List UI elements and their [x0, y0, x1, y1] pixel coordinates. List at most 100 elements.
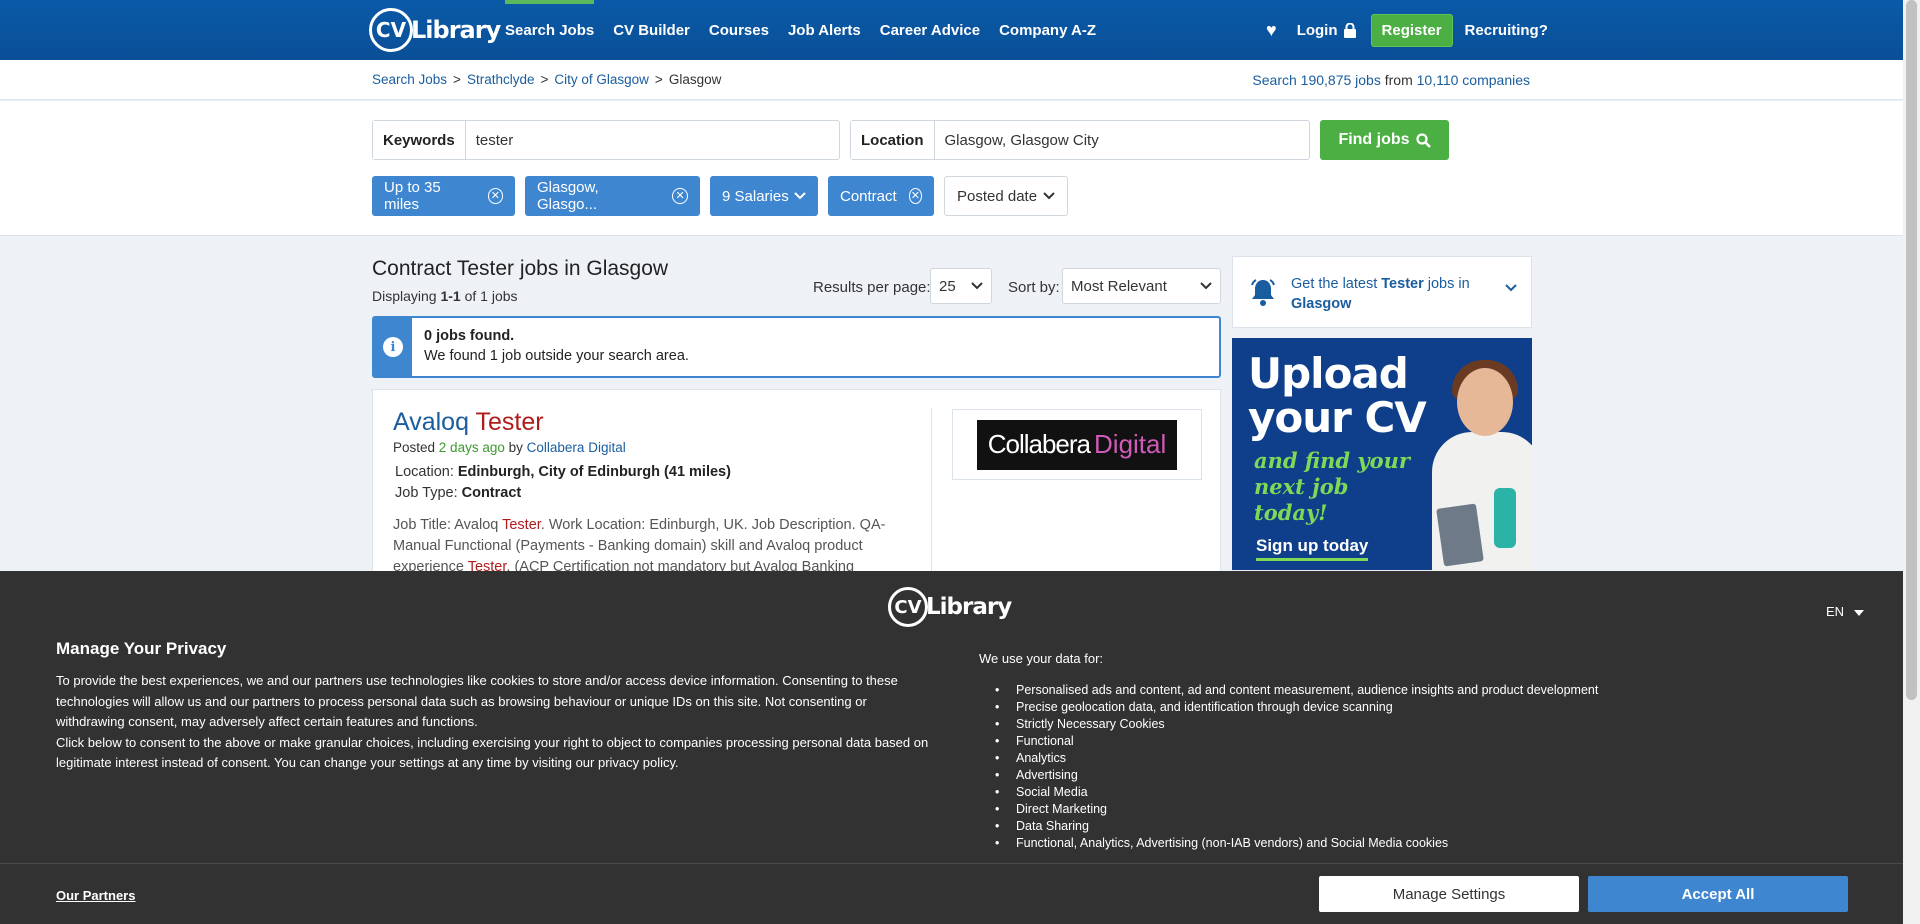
- job-title-highlight: Tester: [475, 408, 544, 436]
- job-alert-box[interactable]: Get the latest Tester jobs in Glasgow: [1232, 256, 1532, 328]
- breadcrumb-bar: Search Jobs > Strathclyde > City of Glasgow >…: [0, 60, 1903, 100]
- nav-job-alerts[interactable]: Job Alerts: [788, 0, 861, 60]
- remove-filter-icon[interactable]: ✕: [672, 188, 688, 204]
- breadcrumb-strathclyde[interactable]: Strathclyde: [467, 72, 535, 87]
- consent-title: Manage Your Privacy: [56, 639, 227, 658]
- filter-posted-label: Posted date: [957, 187, 1038, 205]
- banner-person-image: [1432, 358, 1532, 570]
- consent-divider: [0, 863, 1903, 864]
- login-link[interactable]: Login: [1297, 22, 1357, 39]
- filter-distance[interactable]: Up to 35 miles ✕: [372, 176, 515, 216]
- accept-all-button[interactable]: Accept All: [1588, 876, 1848, 912]
- heart-icon[interactable]: ♥: [1266, 20, 1277, 41]
- alert-keyword: Tester: [1381, 276, 1424, 292]
- consent-logo-wordmark: Library: [926, 594, 1012, 620]
- consent-logo: CV Library: [888, 587, 1012, 627]
- search-panel: Keywords Location Find jobs Up to 35 mil…: [0, 101, 1903, 236]
- results-title: Contract Tester jobs in Glasgow: [372, 257, 669, 280]
- alert-text: jobs in: [1423, 276, 1470, 292]
- info-line-2: We found 1 job outside your search area.: [424, 348, 689, 364]
- filter-location-label: Glasgow, Glasgo...: [537, 179, 599, 213]
- site-totals[interactable]: Search 190,875 jobs from 10,110 companie…: [1252, 72, 1530, 88]
- chevron-down-icon: [971, 282, 983, 290]
- location-input[interactable]: [934, 121, 1309, 159]
- job-alert-text: Get the latest Tester jobs in Glasgow: [1291, 274, 1491, 314]
- data-use-heading: We use your data for:: [979, 651, 1104, 666]
- upload-cv-banner[interactable]: Upload your CV and find your next job to…: [1232, 338, 1532, 570]
- company-link[interactable]: Collabera Digital: [527, 440, 626, 455]
- filter-salaries[interactable]: 9 Salaries: [710, 176, 818, 216]
- manage-settings-button[interactable]: Manage Settings: [1319, 876, 1579, 912]
- data-use-item: Precise geolocation data, and identifica…: [995, 699, 1598, 716]
- lock-icon: [1343, 22, 1356, 38]
- company-logo[interactable]: Collabera Digital: [952, 409, 1202, 480]
- nav-cv-builder[interactable]: CV Builder: [613, 0, 690, 60]
- logo-wordmark: Library: [411, 16, 501, 44]
- find-jobs-label: Find jobs: [1338, 131, 1410, 148]
- nav-company-a-z[interactable]: Company A-Z: [999, 0, 1096, 60]
- data-use-item: Direct Marketing: [995, 801, 1598, 818]
- results-per-page-select[interactable]: 25: [930, 268, 992, 304]
- caret-down-icon: [1853, 610, 1864, 616]
- data-use-item: Advertising: [995, 767, 1598, 784]
- register-button[interactable]: Register: [1370, 13, 1453, 47]
- nav-career-advice[interactable]: Career Advice: [880, 0, 980, 60]
- logo-cv-mark: CV: [369, 8, 413, 52]
- recruiting-link[interactable]: Recruiting?: [1465, 22, 1548, 39]
- location-value: Edinburgh, City of Edinburgh (41 miles): [457, 464, 731, 480]
- location-key: Location:: [395, 464, 454, 480]
- job-posted: Posted 2 days ago by Collabera Digital: [393, 440, 626, 455]
- sort-by-label: Sort by:: [1008, 279, 1060, 296]
- desc-highlight: Tester: [502, 517, 541, 533]
- data-use-item: Strictly Necessary Cookies: [995, 716, 1598, 733]
- filter-distance-label: Up to 35 miles: [384, 179, 441, 213]
- data-use-item: Functional, Analytics, Advertising (non-…: [995, 835, 1598, 852]
- remove-filter-icon[interactable]: ✕: [908, 188, 922, 204]
- nav-search-jobs[interactable]: Search Jobs: [505, 0, 595, 60]
- totals-from: from: [1384, 72, 1413, 88]
- page-scrollbar[interactable]: [1903, 0, 1920, 924]
- filter-posted-date[interactable]: Posted date: [944, 176, 1068, 216]
- bell-icon: [1251, 279, 1275, 306]
- filter-location[interactable]: Glasgow, Glasgo... ✕: [525, 176, 700, 216]
- displaying-label: Displaying: [372, 288, 437, 304]
- remove-filter-icon[interactable]: ✕: [487, 188, 503, 204]
- totals-jobs: 190,875 jobs: [1300, 72, 1381, 88]
- breadcrumb-city-of-glasgow[interactable]: City of Glasgow: [554, 72, 649, 87]
- top-navbar: CV Library Search Jobs CV Builder Course…: [0, 0, 1903, 60]
- banner-cta[interactable]: Sign up today: [1256, 536, 1369, 561]
- job-description: Job Title: Avaloq Tester. Work Location:…: [393, 515, 903, 578]
- login-label: Login: [1296, 21, 1338, 39]
- info-icon: i: [383, 337, 403, 357]
- info-text: 0 jobs found. We found 1 job outside you…: [412, 318, 701, 376]
- info-icon-box: i: [374, 318, 412, 376]
- breadcrumb: Search Jobs > Strathclyde > City of Glasgow >…: [372, 72, 721, 87]
- keywords-input[interactable]: [465, 121, 839, 159]
- sort-by-value: Most Relevant: [1071, 277, 1167, 295]
- job-type-key: Job Type:: [395, 485, 458, 501]
- find-jobs-button[interactable]: Find jobs: [1320, 120, 1449, 160]
- displaying-range: 1-1: [440, 288, 461, 304]
- nav-courses[interactable]: Courses: [709, 0, 769, 60]
- job-title-link[interactable]: Avaloq Tester: [393, 408, 544, 437]
- results-per-page-value: 25: [939, 277, 956, 295]
- cv-library-logo[interactable]: CV Library: [369, 8, 501, 52]
- keywords-label: Keywords: [373, 121, 466, 159]
- consent-body-paragraph: To provide the best experiences, we and …: [56, 673, 898, 729]
- results-count: Displaying 1-1 of 1 jobs: [372, 288, 518, 304]
- filter-contract[interactable]: Contract ✕: [828, 176, 934, 216]
- location-label: Location: [851, 121, 935, 159]
- language-selector[interactable]: EN: [1826, 604, 1864, 619]
- alert-text: Get the latest: [1291, 276, 1382, 292]
- sort-by-select[interactable]: Most Relevant: [1062, 268, 1221, 304]
- job-type-value: Contract: [461, 485, 522, 501]
- consent-body: To provide the best experiences, we and …: [56, 671, 936, 774]
- privacy-consent-panel: CV Library EN Manage Your Privacy To pro…: [0, 571, 1903, 924]
- company-logo-image: Collabera Digital: [977, 419, 1177, 470]
- data-use-item: Data Sharing: [995, 818, 1598, 835]
- our-partners-link[interactable]: Our Partners: [56, 888, 135, 903]
- posted-ago: 2 days ago: [438, 440, 505, 455]
- breadcrumb-search-jobs[interactable]: Search Jobs: [372, 72, 447, 87]
- scrollbar-thumb[interactable]: [1906, 0, 1917, 700]
- chevron-down-icon: [1505, 284, 1517, 292]
